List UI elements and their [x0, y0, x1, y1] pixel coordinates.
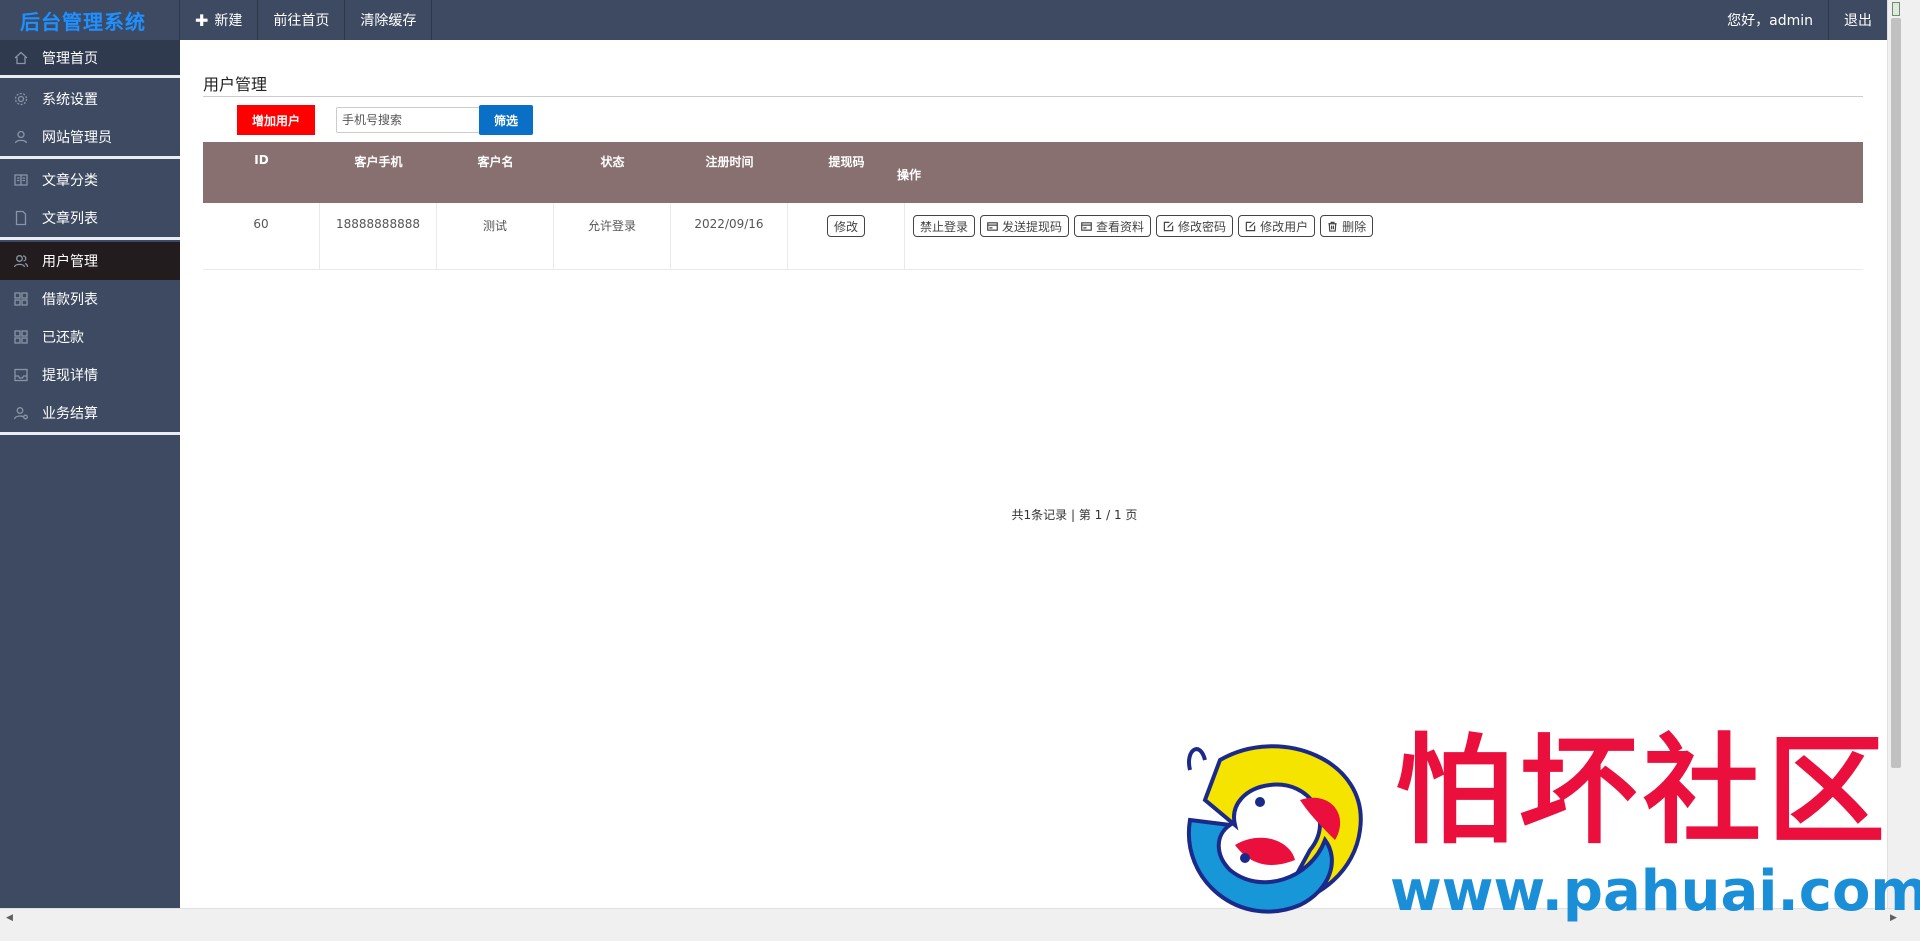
cell-id: 60 — [203, 203, 320, 269]
edit-user-button[interactable]: 修改用户 — [1238, 215, 1316, 237]
goto-home-link[interactable]: 前往首页 — [258, 0, 346, 40]
sidebar-item-article-list[interactable]: 文章列表 — [0, 199, 180, 237]
sidebar-item-loan-list[interactable]: 借款列表 — [0, 280, 180, 318]
scroll-left-arrow-icon[interactable]: ◀ — [6, 913, 13, 923]
sidebar-item-label: 用户管理 — [42, 254, 98, 270]
sidebar-item-label: 网站管理员 — [42, 130, 112, 146]
edit-withdraw-code-button[interactable]: 修改 — [826, 215, 865, 237]
user-settings-icon — [13, 405, 29, 421]
filter-button[interactable]: 筛选 — [479, 105, 533, 135]
button-label: 修改密码 — [1178, 219, 1227, 234]
brand-title: 后台管理系统 — [0, 0, 180, 40]
new-label: 新建 — [214, 13, 243, 29]
sidebar-item-site-admin[interactable]: 网站管理员 — [0, 118, 180, 156]
phone-search-input[interactable] — [336, 107, 480, 133]
cell-phone: 18888888888 — [320, 203, 437, 269]
card-icon — [1081, 221, 1092, 231]
user-greeting: 您好，admin — [1712, 0, 1829, 40]
vertical-scroll-thumb[interactable] — [1891, 18, 1901, 768]
sidebar-item-label: 管理首页 — [42, 50, 98, 67]
column-header-id: ID — [254, 153, 269, 167]
book-icon — [13, 172, 29, 188]
column-header-status: 状态 — [600, 155, 625, 169]
sidebar-item-label: 已还款 — [42, 330, 84, 346]
document-icon — [13, 210, 29, 226]
sidebar-item-user-management[interactable]: 用户管理 — [0, 242, 180, 280]
change-password-button[interactable]: 修改密码 — [1156, 215, 1234, 237]
watermark-text: 怕坏社区 — [1395, 721, 1892, 860]
sidebar-item-home[interactable]: 管理首页 — [0, 40, 180, 75]
top-nav: ✚ 新建 前往首页 清除缓存 — [180, 0, 433, 40]
table-header: ID 客户手机 客户名 状态 注册时间 提现码 操作 — [203, 142, 1863, 203]
table-row: 60 18888888888 测试 允许登录 2022/09/16 修改 禁止登… — [203, 203, 1863, 270]
user-icon — [13, 129, 29, 145]
cell-actions: 禁止登录 发送提现码 查看资料 修改密码 修改用户 删除 — [905, 203, 1863, 269]
window-edge — [1904, 0, 1920, 941]
trash-icon — [1328, 221, 1337, 232]
view-profile-button[interactable]: 查看资料 — [1074, 215, 1152, 237]
sidebar-item-label: 业务结算 — [42, 406, 98, 422]
column-header-phone: 客户手机 — [354, 155, 403, 169]
column-header-reg-time: 注册时间 — [705, 155, 754, 169]
sidebar-divider — [0, 432, 180, 435]
logout-button[interactable]: 退出 — [1829, 0, 1887, 40]
button-label: 查看资料 — [1096, 219, 1145, 234]
card-icon — [987, 221, 998, 231]
sidebar-item-label: 文章分类 — [42, 173, 98, 189]
top-right: 您好，admin 退出 — [1712, 0, 1887, 40]
send-withdraw-code-button[interactable]: 发送提现码 — [980, 215, 1070, 237]
fish-logo-icon — [1186, 744, 1363, 914]
bottom-strip — [0, 925, 1920, 941]
scrollbar-grip-icon — [1892, 2, 1900, 16]
grid-icon — [13, 291, 29, 307]
top-bar: 后台管理系统 ✚ 新建 前往首页 清除缓存 您好，admin 退出 — [0, 0, 1887, 40]
sidebar-item-business-settlement[interactable]: 业务结算 — [0, 394, 180, 432]
edit-icon — [1163, 221, 1174, 231]
delete-button[interactable]: 删除 — [1320, 215, 1374, 237]
button-label: 发送提现码 — [1002, 219, 1063, 234]
sidebar-item-withdrawal-details[interactable]: 提现详情 — [0, 356, 180, 394]
column-header-actions: 操作 — [897, 168, 922, 182]
cell-status: 允许登录 — [554, 203, 671, 269]
page-title: 用户管理 — [203, 75, 268, 94]
cell-reg-time: 2022/09/16 — [671, 203, 788, 269]
users-icon — [13, 253, 29, 269]
add-user-button[interactable]: 增加用户 — [237, 105, 315, 135]
sidebar-item-repaid[interactable]: 已还款 — [0, 318, 180, 356]
button-label: 修改用户 — [1260, 219, 1309, 234]
sidebar-item-label: 文章列表 — [42, 211, 98, 227]
sidebar: 管理首页 系统设置 网站管理员 文章分类 文章列表 用户管理 借款列表 已还款 … — [0, 40, 180, 908]
user-table: ID 客户手机 客户名 状态 注册时间 提现码 操作 60 1888888888… — [203, 142, 1863, 270]
sidebar-item-system-settings[interactable]: 系统设置 — [0, 80, 180, 118]
sidebar-item-label: 系统设置 — [42, 92, 98, 108]
cell-name: 测试 — [437, 203, 554, 269]
sidebar-item-label: 借款列表 — [42, 292, 98, 308]
ban-login-button[interactable]: 禁止登录 — [913, 215, 976, 237]
watermark-url: www.pahuai.com — [1390, 859, 1920, 924]
gear-icon — [13, 91, 29, 107]
title-divider — [203, 96, 1863, 97]
column-header-name: 客户名 — [477, 155, 514, 169]
sidebar-item-label: 提现详情 — [42, 368, 98, 384]
column-header-withdraw-code: 提现码 — [828, 155, 865, 169]
clear-cache-button[interactable]: 清除缓存 — [345, 0, 433, 40]
new-button[interactable]: ✚ 新建 — [180, 0, 259, 40]
button-label: 删除 — [1342, 219, 1367, 234]
plus-icon: ✚ — [195, 10, 209, 30]
sidebar-item-article-category[interactable]: 文章分类 — [0, 161, 180, 199]
edit-icon — [1245, 221, 1256, 231]
grid-icon — [13, 329, 29, 345]
home-icon — [13, 50, 29, 66]
inbox-icon — [13, 367, 29, 383]
cell-withdraw-code: 修改 — [788, 203, 905, 269]
pagination-info: 共1条记录 | 第 1 / 1 页 — [1011, 508, 1138, 522]
